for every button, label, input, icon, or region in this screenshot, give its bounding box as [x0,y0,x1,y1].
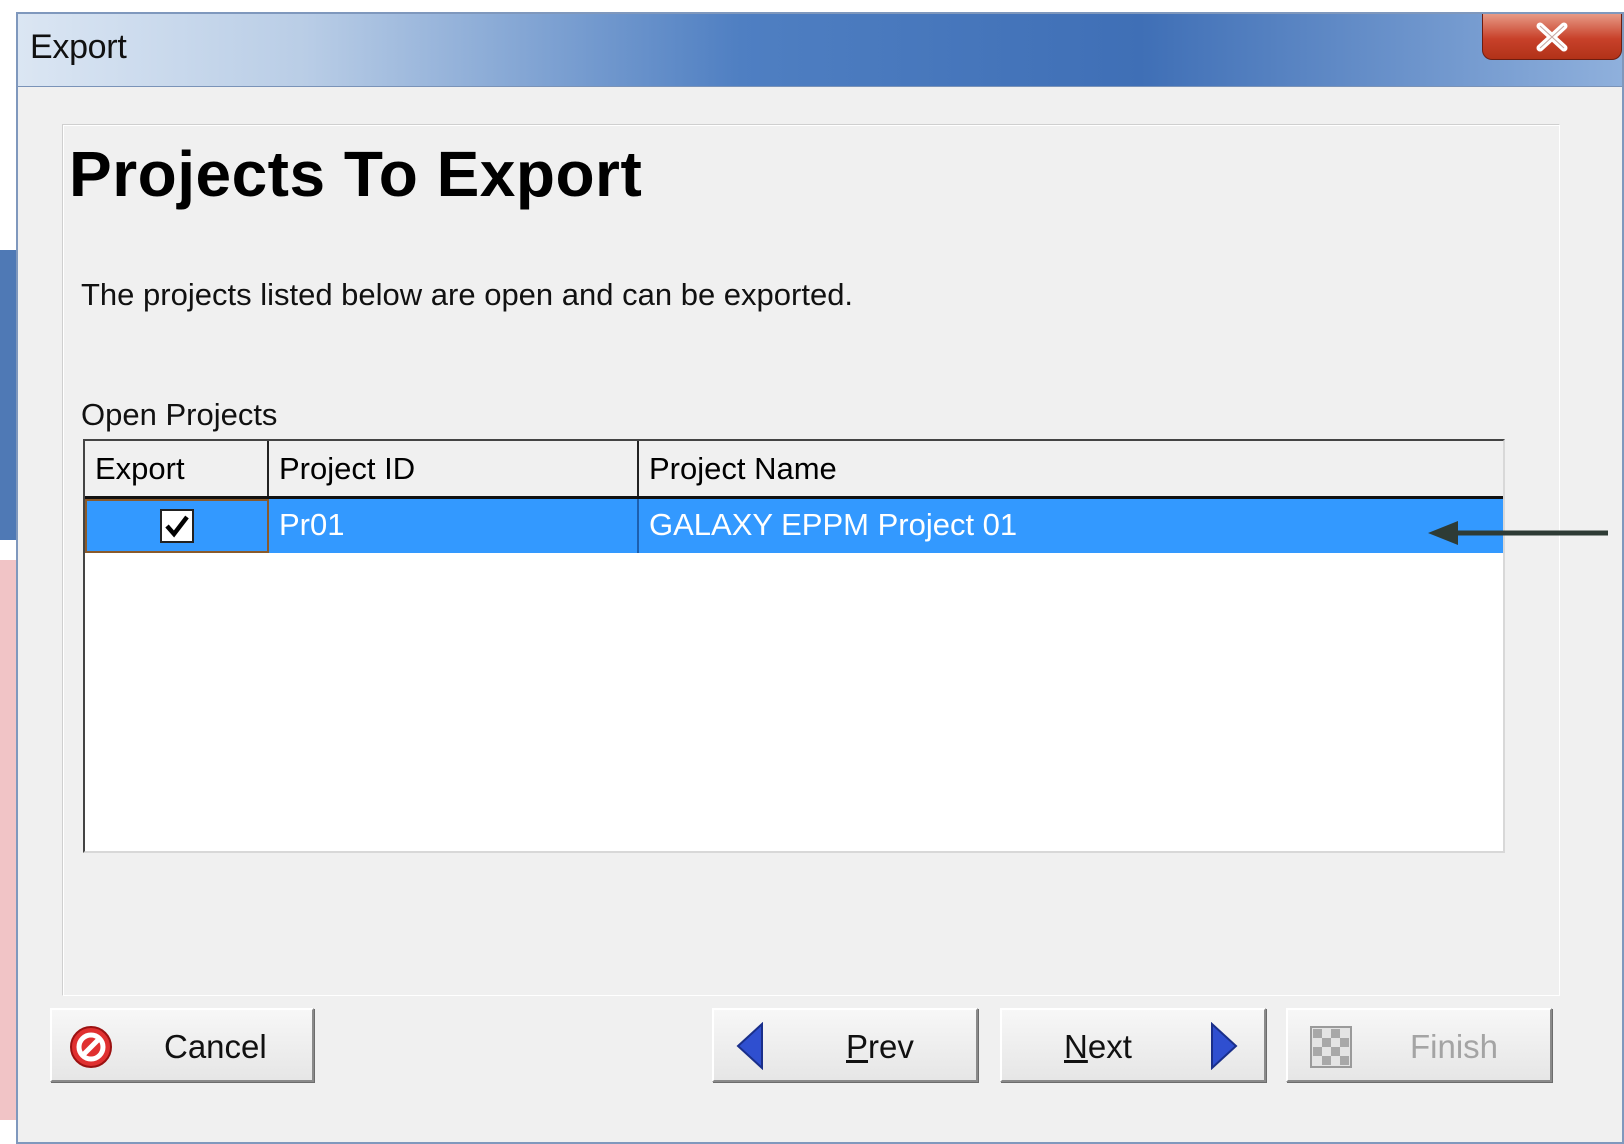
prev-label: Prev [846,1028,914,1066]
export-cell[interactable] [85,499,269,553]
table-row[interactable]: Pr01 GALAXY EPPM Project 01 [85,499,1503,553]
close-button[interactable] [1482,14,1622,60]
title-bar[interactable]: Export [18,14,1622,87]
next-button[interactable]: Next [1000,1008,1266,1082]
triangle-left-icon [736,1022,763,1070]
triangle-right-icon [1211,1022,1238,1070]
column-header-project-id[interactable]: Project ID [269,441,639,496]
window-title: Export [30,28,127,66]
next-label-rest: ext [1087,1028,1132,1065]
next-mnemonic: N [1064,1028,1088,1065]
projects-table[interactable]: Export Project ID Project Name Pr01 GALA… [83,439,1505,853]
no-entry-icon [70,1026,112,1068]
prev-mnemonic: P [846,1028,869,1065]
content-panel: Projects To Export The projects listed b… [62,124,1560,996]
cancel-label: Cancel [164,1028,267,1065]
column-header-project-name[interactable]: Project Name [639,441,1503,496]
open-projects-label: Open Projects [81,397,278,432]
column-header-export[interactable]: Export [85,441,269,496]
next-label: Next [1064,1028,1132,1066]
cancel-button[interactable]: Cancel [50,1008,314,1082]
prev-label-rest: rev [868,1028,914,1065]
checkmark-icon [165,515,189,538]
project-name-cell[interactable]: GALAXY EPPM Project 01 [639,499,1503,553]
export-checkbox[interactable] [160,509,194,543]
description-text: The projects listed below are open and c… [81,277,854,312]
annotation-arrow [1428,521,1608,545]
finish-button[interactable]: Finish [1286,1008,1552,1082]
table-header: Export Project ID Project Name [85,441,1503,499]
prev-button[interactable]: Prev [712,1008,978,1082]
export-dialog: Export Projects To Export The projects l… [16,12,1624,1144]
finish-label: Finish [1410,1028,1499,1065]
close-icon [1536,22,1568,51]
checkered-flag-icon [1310,1026,1352,1068]
project-id-cell[interactable]: Pr01 [269,499,639,553]
page-title: Projects To Export [69,138,643,210]
